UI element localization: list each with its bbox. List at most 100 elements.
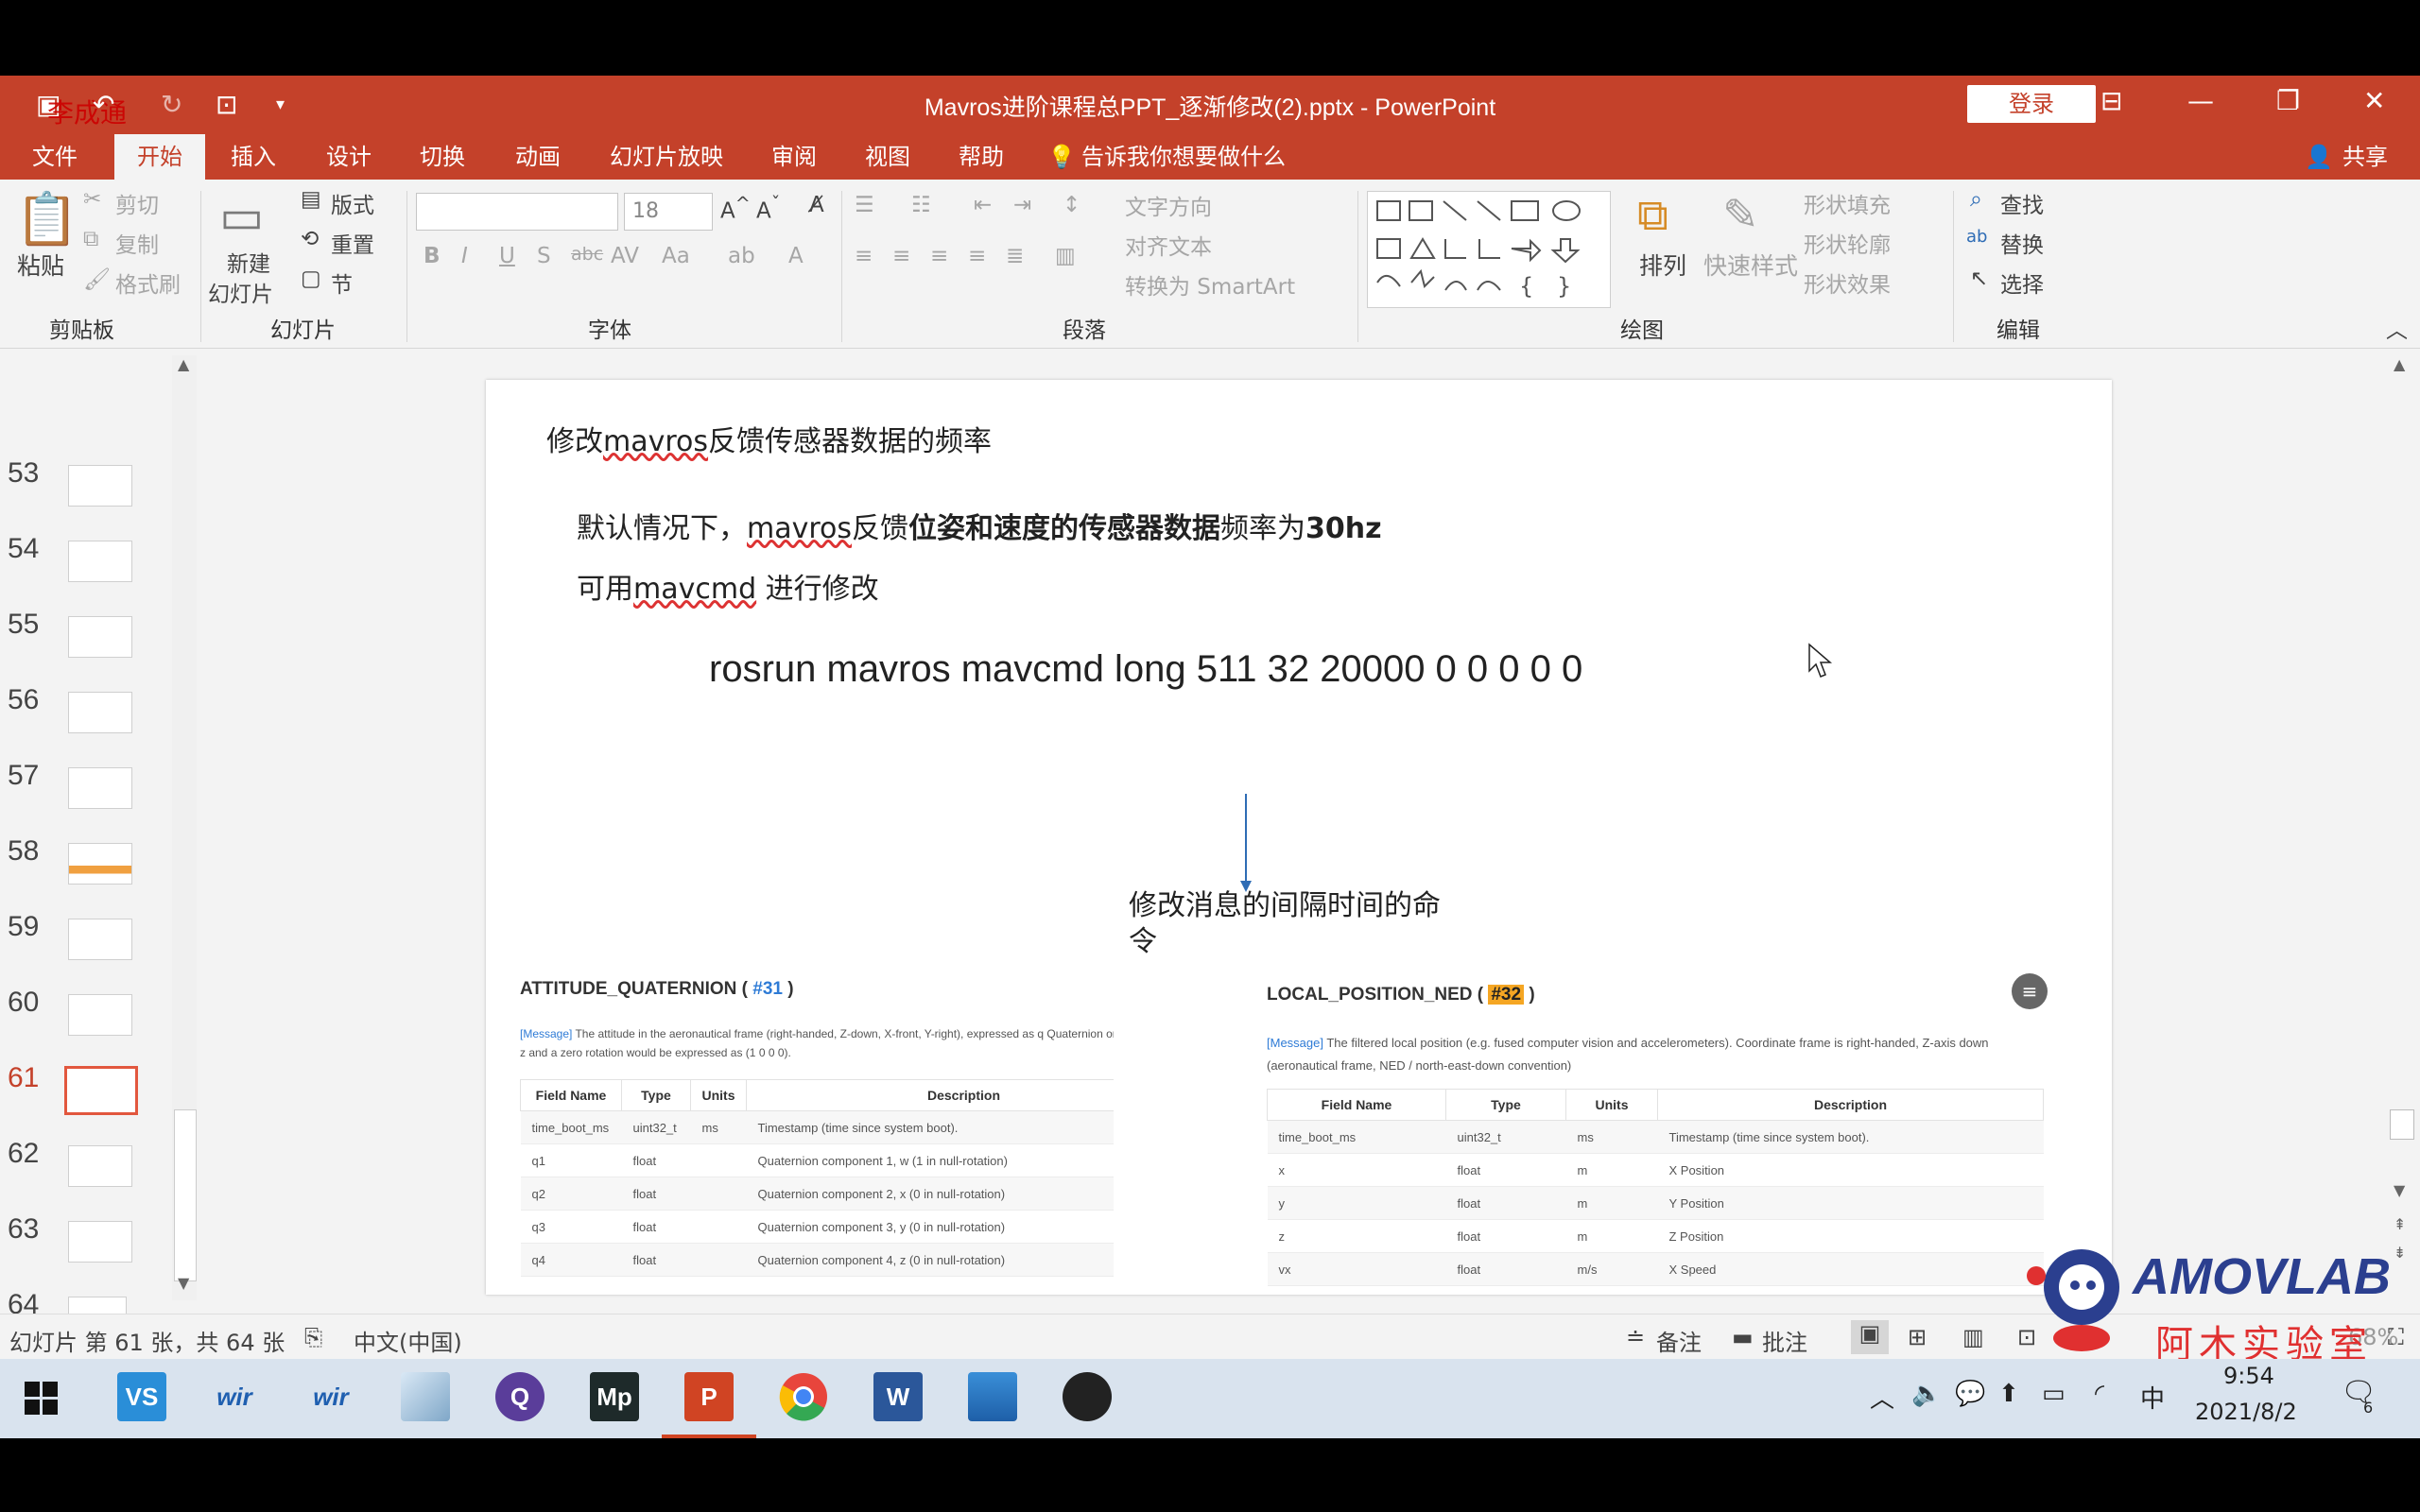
taskbar-notepad-icon[interactable] <box>401 1372 450 1421</box>
new-slide-icon[interactable]: ▭ <box>219 189 264 244</box>
clear-format-icon[interactable]: A̸ <box>809 193 824 217</box>
quick-styles-icon[interactable]: ✎ <box>1722 189 1759 240</box>
normal-view-icon[interactable]: ▣ <box>1851 1320 1889 1354</box>
restore-icon[interactable]: ❐ <box>2276 85 2300 116</box>
increase-indent-icon[interactable]: ⇥ <box>1013 193 1031 217</box>
reading-view-icon[interactable]: ▥ <box>1962 1324 1984 1350</box>
underline-icon[interactable]: U <box>499 244 515 268</box>
volume-icon[interactable]: 🔈 <box>1911 1380 1942 1408</box>
select-icon[interactable]: ↖ <box>1970 266 1988 291</box>
find-icon[interactable]: ⌕ <box>1970 187 1982 212</box>
annotation-text[interactable]: 修改消息的间隔时间的命令 <box>1129 888 1450 960</box>
taskbar-wir-icon[interactable]: wir <box>210 1372 259 1421</box>
layout-button[interactable]: 版式 <box>331 187 374 219</box>
decrease-indent-icon[interactable]: ⇤ <box>974 193 992 217</box>
new-slide-button[interactable]: 新建 <box>227 246 270 278</box>
grow-font-icon[interactable]: A^ <box>720 193 751 224</box>
minimize-icon[interactable]: — <box>2187 85 2214 116</box>
taskbar-word-icon[interactable]: W <box>873 1372 923 1421</box>
ime-indicator[interactable]: 中 <box>2140 1380 2165 1415</box>
italic-icon[interactable]: I <box>461 244 468 268</box>
distribute-icon[interactable]: ≣ <box>1006 244 1024 268</box>
select-button[interactable]: 选择 <box>2000 266 2044 299</box>
thumbnail-scrollbar[interactable]: ▲ ▼ <box>172 355 197 1300</box>
arrange-icon[interactable]: ⧉ <box>1637 189 1668 242</box>
slide-heading[interactable]: 修改mavros反馈传感器数据的频率 <box>546 418 992 459</box>
numbering-icon[interactable]: ☷ <box>911 193 931 217</box>
taskbar-photos-icon[interactable] <box>968 1372 1017 1421</box>
arrange-button[interactable]: 排列 <box>1639 248 1686 282</box>
local-position-ned-image[interactable]: LOCAL_POSITION_NED ( #32 ) ≡ [Message] T… <box>1267 968 2076 1295</box>
wifi-icon[interactable]: ◜ <box>2095 1380 2104 1408</box>
command-text[interactable]: rosrun mavros mavcmd long 511 32 20000 0… <box>709 648 1582 691</box>
bullets-icon[interactable]: ☰ <box>855 193 874 217</box>
scroll-up-icon[interactable]: ▲ <box>2394 355 2405 373</box>
highlight-icon[interactable]: ab <box>728 244 755 268</box>
shape-effects-button[interactable]: 形状效果 <box>1804 266 1891 299</box>
thumbnail-slide-59[interactable] <box>68 919 132 960</box>
share-button[interactable]: 共享 <box>2342 134 2388 180</box>
tray-expand-icon[interactable]: ︿ <box>1870 1380 1894 1415</box>
align-center-icon[interactable]: ≡ <box>892 244 910 268</box>
bold-icon[interactable]: B <box>424 244 441 268</box>
scroll-thumb[interactable] <box>2390 1109 2414 1140</box>
tell-me-search[interactable]: 告诉我你想要做什么 <box>1081 134 1286 180</box>
replace-button[interactable]: 替换 <box>2000 227 2044 259</box>
tab-view[interactable]: 视图 <box>865 134 910 180</box>
notes-bubble-icon[interactable]: ≡ <box>2012 973 2048 1009</box>
tab-review[interactable]: 审阅 <box>771 134 817 180</box>
shape-outline-button[interactable]: 形状轮廓 <box>1804 227 1891 259</box>
tab-transitions[interactable]: 切换 <box>420 134 465 180</box>
previous-slide-icon[interactable]: ⇞ <box>2394 1215 2406 1233</box>
cut-icon[interactable]: ✂ <box>83 187 101 212</box>
replace-icon[interactable]: ab <box>1966 227 1987 247</box>
taskbar-wir-icon-2[interactable]: wir <box>306 1372 355 1421</box>
section-button[interactable]: 节 <box>331 266 353 299</box>
slide-line-1[interactable]: 默认情况下，mavros反馈位姿和速度的传感器数据频率为30hz <box>577 505 1382 546</box>
scroll-down-icon[interactable]: ▼ <box>2394 1181 2405 1199</box>
taskbar-qgc-icon[interactable]: Q <box>495 1372 544 1421</box>
taskbar-powerpoint-icon[interactable]: P <box>684 1372 734 1421</box>
reset-button[interactable]: 重置 <box>331 227 374 259</box>
wechat-icon[interactable]: 💬 <box>1955 1380 1985 1408</box>
shape-fill-button[interactable]: 形状填充 <box>1804 187 1891 219</box>
language-status[interactable]: 中文(中国) <box>354 1324 462 1357</box>
collapse-ribbon-icon[interactable]: ︿ <box>2386 312 2408 344</box>
find-button[interactable]: 查找 <box>2000 187 2044 219</box>
line-spacing-icon[interactable]: ↕ <box>1063 193 1080 217</box>
layout-icon[interactable]: ▤ <box>301 187 321 212</box>
new-slide-button-line2[interactable]: 幻灯片 <box>208 276 273 308</box>
thumbnail-slide-56[interactable] <box>68 692 132 733</box>
font-color-icon[interactable]: A <box>788 244 804 268</box>
comments-icon[interactable]: ▬ <box>1732 1324 1754 1350</box>
format-painter-button[interactable]: 格式刷 <box>115 266 181 299</box>
char-spacing-icon[interactable]: AV <box>611 244 639 268</box>
format-painter-icon[interactable]: 🖌 <box>83 266 111 292</box>
shrink-font-icon[interactable]: Aˇ <box>756 193 780 224</box>
tab-help[interactable]: 帮助 <box>959 134 1004 180</box>
tab-file[interactable]: 文件 <box>32 134 78 180</box>
font-size-input[interactable]: 18 <box>624 193 713 231</box>
slide-line-2[interactable]: 可用mavcmd 进行修改 <box>577 565 879 607</box>
tab-home[interactable]: 开始 <box>114 134 205 180</box>
scroll-thumb[interactable] <box>174 1109 197 1281</box>
slide-sorter-icon[interactable]: ⊞ <box>1908 1324 1927 1350</box>
attitude-quaternion-image[interactable]: ATTITUDE_QUATERNION ( #31 ) [Message] Th… <box>516 968 1114 1285</box>
notes-icon[interactable]: ≐ <box>1626 1324 1645 1350</box>
cut-button[interactable]: 剪切 <box>115 187 159 219</box>
login-button[interactable]: 登录 <box>1967 85 2096 123</box>
thumbnail-slide-63[interactable] <box>68 1221 132 1263</box>
spellcheck-icon[interactable]: ⎘ <box>304 1324 322 1350</box>
thumbnail-slide-53[interactable] <box>68 465 132 507</box>
comments-button[interactable]: 批注 <box>1762 1324 1807 1357</box>
thumbnail-slide-54[interactable] <box>68 541 132 582</box>
slide-canvas[interactable]: 修改mavros反馈传感器数据的频率 默认情况下，mavros反馈位姿和速度的传… <box>486 380 2112 1295</box>
thumbnail-slide-57[interactable] <box>68 767 132 809</box>
thumbnail-slide-55[interactable] <box>68 616 132 658</box>
clock-date[interactable]: 2021/8/2 <box>2195 1399 2297 1425</box>
taskbar-obs-icon[interactable] <box>1063 1372 1112 1421</box>
align-text-button[interactable]: 对齐文本 <box>1125 229 1212 261</box>
taskbar-chrome-icon[interactable] <box>779 1372 828 1421</box>
justify-icon[interactable]: ≡ <box>968 244 986 268</box>
reset-icon[interactable]: ⟲ <box>301 227 319 251</box>
